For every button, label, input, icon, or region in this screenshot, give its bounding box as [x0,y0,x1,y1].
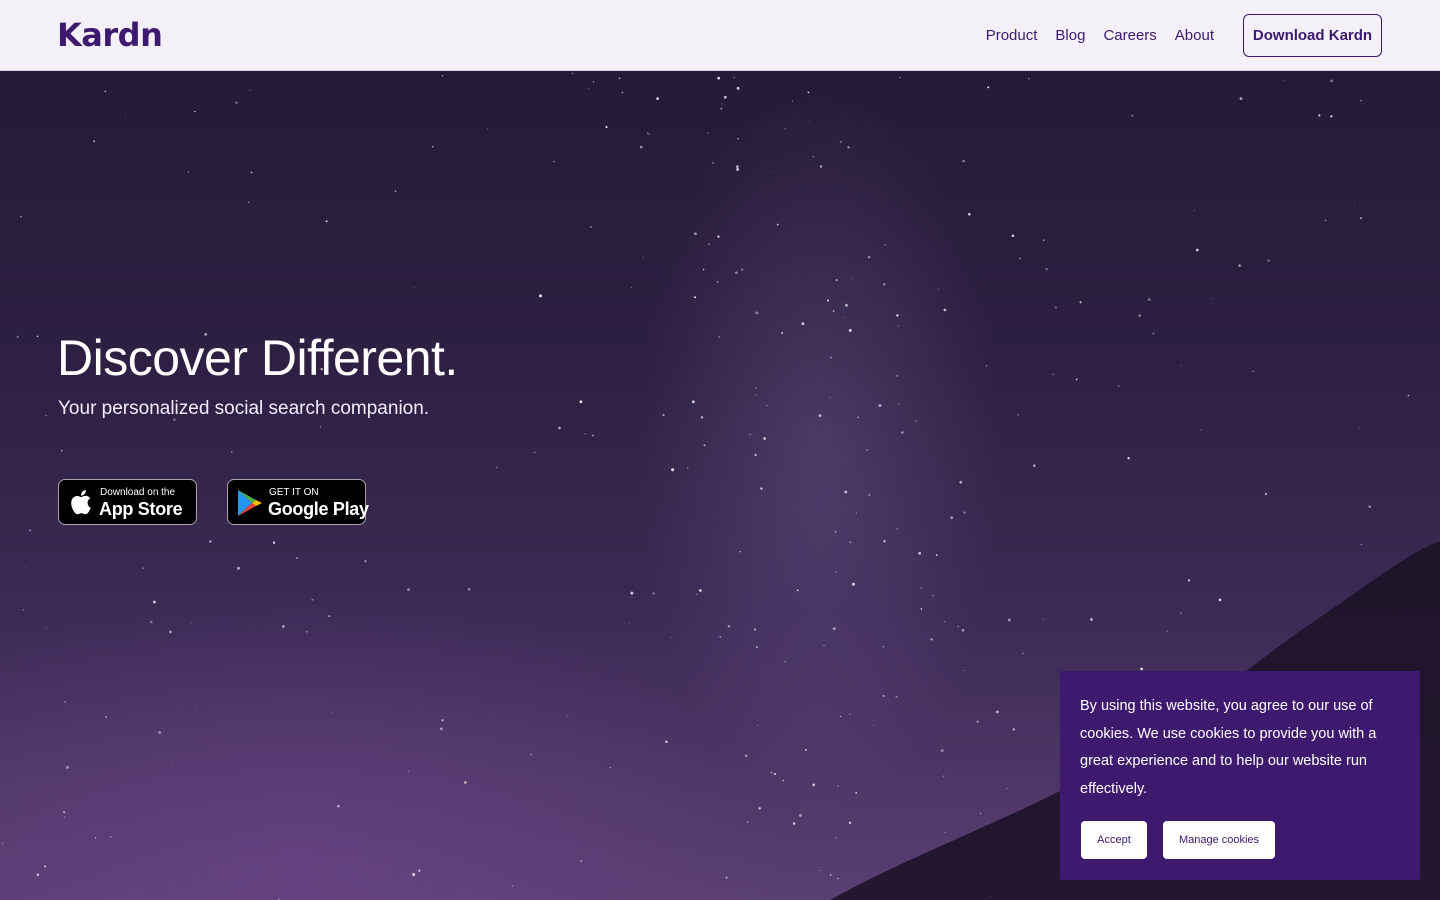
hero-subtitle: Your personalized social search companio… [58,398,430,419]
main-nav: Product Blog Careers About [986,25,1214,47]
nav-product[interactable]: Product [986,25,1038,47]
app-store-big-text: App Store [99,499,183,519]
google-play-big-text: Google Play [268,499,369,519]
nav-blog[interactable]: Blog [1055,25,1085,47]
app-store-small-text: Download on the [100,487,176,498]
cookie-banner: By using this website, you agree to our … [1060,671,1420,880]
hero-title: Discover Different. [57,330,458,386]
apple-icon [68,488,92,521]
google-play-badge[interactable]: GET IT ON Google Play [227,479,369,525]
site-header: Kardn Product Blog Careers About Downloa… [0,0,1440,71]
kardn-logo[interactable]: Kardn [57,16,163,54]
nav-careers[interactable]: Careers [1103,25,1156,47]
download-kardn-button[interactable]: Download Kardn [1243,14,1382,57]
nav-about[interactable]: About [1175,25,1214,47]
cookie-text: By using this website, you agree to our … [1080,698,1377,797]
manage-cookies-button[interactable]: Manage cookies [1163,821,1275,859]
app-store-badge[interactable]: Download on the App Store [58,479,197,525]
accept-cookies-button[interactable]: Accept [1081,821,1147,859]
google-play-icon [237,489,263,522]
google-play-small-text: GET IT ON [269,487,319,498]
